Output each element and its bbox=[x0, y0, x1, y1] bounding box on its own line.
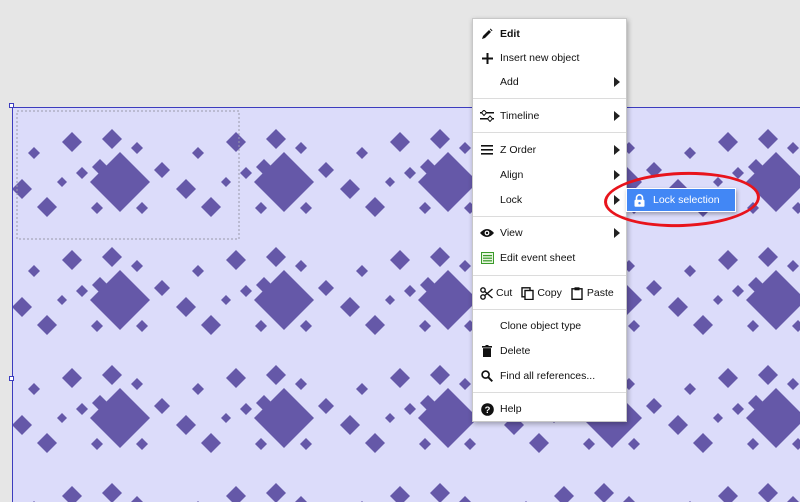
cut-button[interactable]: Cut bbox=[479, 286, 512, 300]
menu-item-timeline[interactable]: Timeline bbox=[473, 104, 626, 128]
menu-item-help[interactable]: ? Help bbox=[473, 397, 626, 421]
z-order-icon bbox=[480, 143, 494, 157]
cut-label: Cut bbox=[496, 287, 513, 299]
menu-item-clone-label: Clone object type bbox=[500, 320, 582, 332]
menu-item-edit[interactable]: Edit bbox=[473, 22, 626, 46]
submenu-arrow-icon bbox=[614, 145, 620, 155]
svg-text:?: ? bbox=[484, 405, 490, 416]
paste-button[interactable]: Paste bbox=[570, 286, 614, 300]
menu-item-align[interactable]: Align bbox=[473, 163, 626, 187]
menu-item-clone-object-type[interactable]: Clone object type bbox=[473, 314, 626, 338]
layout-canvas[interactable] bbox=[0, 0, 800, 502]
context-menu: Edit Insert new object Add Timeline Z Or… bbox=[472, 18, 627, 422]
event-sheet-icon bbox=[480, 251, 494, 265]
submenu-arrow-icon bbox=[614, 228, 620, 238]
copy-icon bbox=[520, 286, 534, 300]
menu-item-add[interactable]: Add bbox=[473, 70, 626, 94]
menu-item-edit-event-sheet[interactable]: Edit event sheet bbox=[473, 246, 626, 270]
timeline-icon bbox=[480, 109, 494, 123]
menu-item-delete[interactable]: Delete bbox=[473, 339, 626, 363]
paste-label: Paste bbox=[586, 287, 614, 299]
tiled-background-object[interactable] bbox=[12, 107, 800, 502]
menu-item-insert-new-object[interactable]: Insert new object bbox=[473, 46, 626, 70]
menu-item-add-label: Add bbox=[500, 76, 519, 88]
copy-button[interactable]: Copy bbox=[520, 286, 562, 300]
menu-item-find-label: Find all references... bbox=[500, 370, 596, 382]
scissors-icon bbox=[479, 286, 493, 300]
menu-separator bbox=[473, 275, 626, 276]
menu-item-edit-event-sheet-label: Edit event sheet bbox=[500, 252, 576, 264]
resize-handle-left[interactable] bbox=[9, 376, 14, 381]
trash-icon bbox=[480, 344, 494, 358]
submenu-arrow-icon bbox=[614, 170, 620, 180]
menu-separator bbox=[473, 132, 626, 133]
menu-item-find-all-references[interactable]: Find all references... bbox=[473, 364, 626, 388]
search-icon bbox=[480, 369, 494, 383]
menu-item-z-order-label: Z Order bbox=[500, 144, 537, 156]
resize-handle-top-left[interactable] bbox=[9, 103, 14, 108]
menu-item-insert-label: Insert new object bbox=[500, 52, 580, 64]
menu-item-help-label: Help bbox=[500, 403, 522, 415]
menu-item-view[interactable]: View bbox=[473, 221, 626, 245]
menu-separator bbox=[473, 392, 626, 393]
submenu-arrow-icon bbox=[614, 77, 620, 87]
menu-separator bbox=[473, 98, 626, 99]
clipboard-row: Cut Copy Paste bbox=[473, 281, 626, 305]
menu-item-lock-label: Lock bbox=[500, 194, 523, 206]
menu-item-align-label: Align bbox=[500, 169, 524, 181]
submenu-arrow-icon bbox=[614, 111, 620, 121]
paste-icon bbox=[570, 286, 584, 300]
pencil-icon bbox=[480, 27, 494, 41]
menu-item-view-label: View bbox=[500, 227, 523, 239]
menu-item-timeline-label: Timeline bbox=[500, 110, 540, 122]
plus-icon bbox=[480, 51, 494, 65]
eye-icon bbox=[480, 226, 494, 240]
help-icon: ? bbox=[480, 402, 494, 416]
menu-separator bbox=[473, 309, 626, 310]
menu-separator bbox=[473, 216, 626, 217]
menu-item-edit-label: Edit bbox=[500, 28, 520, 40]
menu-item-delete-label: Delete bbox=[500, 345, 531, 357]
menu-item-z-order[interactable]: Z Order bbox=[473, 138, 626, 162]
copy-label: Copy bbox=[537, 287, 562, 299]
